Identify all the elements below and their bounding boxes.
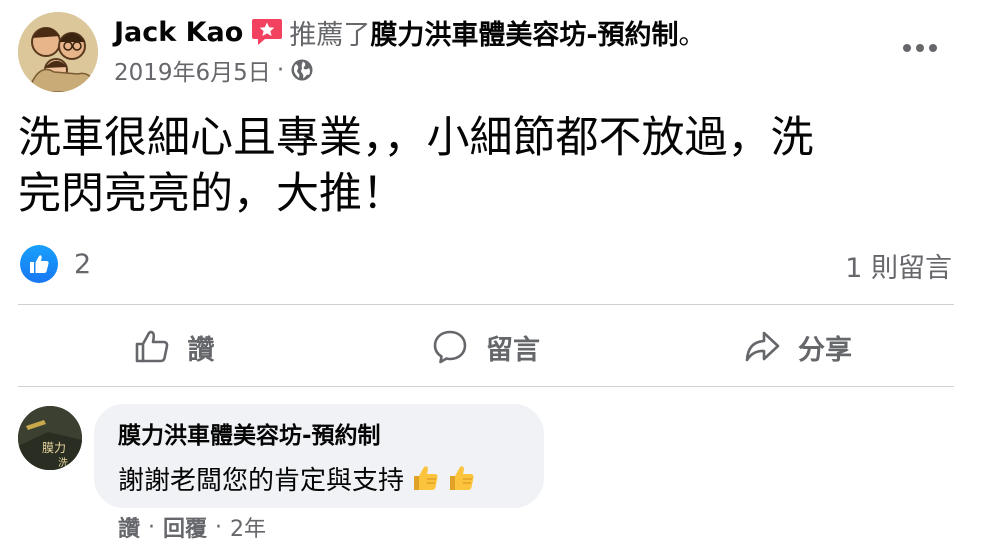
reaction-summary[interactable]: 2 [20, 244, 91, 284]
comment-bubble: 膜力洪車體美容坊-預約制 謝謝老闆您的肯定與支持 [94, 404, 544, 508]
share-button[interactable]: 分享 [642, 306, 954, 388]
commenter-avatar-text-top: 膜力 [42, 441, 66, 455]
more-dots-icon [903, 44, 937, 52]
comment-button[interactable]: 留言 [330, 306, 642, 388]
author-avatar[interactable] [18, 12, 98, 92]
comment-actions: 讚 · 回覆 · 2年 [118, 510, 266, 544]
recommend-badge-icon [251, 17, 283, 47]
globe-icon[interactable] [290, 58, 314, 82]
comment-text: 謝謝老闆您的肯定與支持 [118, 465, 405, 496]
comment-reply-link[interactable]: 回覆 [163, 511, 207, 543]
comment-author[interactable]: 膜力洪車體美容坊-預約制 [118, 420, 520, 452]
comment-button-label: 留言 [486, 334, 540, 366]
recommended-page-name[interactable]: 膜力洪車體美容坊-預約制 [370, 13, 678, 52]
reaction-count: 2 [74, 248, 92, 280]
post-meta: 2019年6月5日 · [114, 54, 314, 86]
comment-action-separator: · [215, 514, 223, 540]
like-reaction-icon [20, 245, 58, 283]
recommend-verb: 推薦了 [289, 19, 371, 51]
post-body: 洗車很細心且專業，，小細節都不放過，洗 完閃亮亮的，大推！ [18, 110, 948, 222]
comment-time[interactable]: 2年 [230, 511, 266, 543]
thumbs-up-emoji-icon [410, 463, 440, 493]
share-button-label: 分享 [798, 334, 852, 366]
more-options-button[interactable] [898, 32, 942, 64]
post-header-line: Jack Kao 推薦了 膜力洪車體美容坊-預約制 。 [114, 13, 706, 52]
divider-bottom [18, 386, 954, 387]
commenter-avatar-text-bottom: 洗 [58, 457, 68, 469]
author-name[interactable]: Jack Kao [114, 17, 243, 48]
facebook-recommendation-post: Jack Kao 推薦了 膜力洪車體美容坊-預約制 。 2019年6月5日 · [0, 0, 982, 552]
header-period: 。 [678, 19, 706, 51]
commenter-avatar[interactable]: 膜力 洗 [18, 406, 82, 470]
comment-bubble-icon [433, 330, 467, 364]
divider-top [18, 304, 954, 305]
post-text-line-2: 完閃亮亮的，大推！ [18, 169, 405, 219]
comment-action-separator: · [148, 514, 156, 540]
comment-text-row: 謝謝老闆您的肯定與支持 [118, 458, 520, 498]
share-arrow-icon [745, 331, 780, 362]
like-button-label: 讚 [187, 334, 215, 366]
post-date[interactable]: 2019年6月5日 [114, 53, 271, 87]
comment-like-link[interactable]: 讚 [118, 511, 140, 543]
meta-separator: · [276, 57, 285, 83]
comment-count-link[interactable]: 1 則留言 [845, 246, 952, 284]
thumbs-up-emoji-icon [446, 463, 476, 493]
like-button[interactable]: 讚 [18, 306, 330, 388]
post-action-bar: 讚 留言 分享 [18, 306, 954, 388]
thumbs-up-icon [135, 330, 168, 363]
post-text-line-1: 洗車很細心且專業，，小細節都不放過，洗 [18, 113, 814, 163]
